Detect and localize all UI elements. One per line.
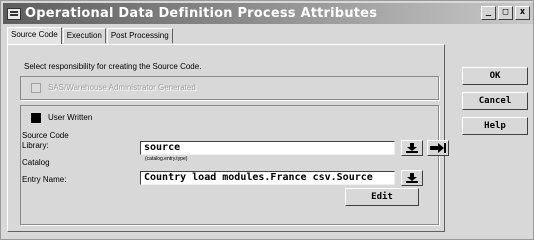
tab-strip: Source Code Execution Post Processing: [7, 27, 174, 44]
app-icon: [7, 7, 21, 20]
tab-source-code[interactable]: Source Code: [7, 27, 62, 44]
library-field[interactable]: source: [140, 141, 395, 155]
minimize-button[interactable]: _: [481, 6, 496, 20]
generated-label: SAS/Warehouse Administrator Generated: [48, 83, 196, 92]
ok-button[interactable]: OK: [462, 67, 528, 85]
import-icon: [406, 173, 418, 183]
window-title: Operational Data Definition Process Attr…: [25, 6, 378, 21]
catalog-format-hint: (catalog.entry.type): [145, 156, 188, 162]
entry-name-label: Entry Name:: [22, 175, 67, 184]
library-browse-button[interactable]: [401, 140, 423, 156]
import-icon: [406, 143, 418, 153]
window-controls: _ □ x: [481, 6, 530, 20]
generated-checkbox[interactable]: [31, 83, 41, 93]
edit-button[interactable]: Edit: [345, 188, 419, 206]
entry-browse-button[interactable]: [401, 170, 423, 186]
tab-post-processing[interactable]: Post Processing: [106, 28, 173, 43]
cancel-button[interactable]: Cancel: [462, 92, 528, 110]
tab-panel-source-code: Select responsibility for creating the S…: [7, 44, 449, 232]
user-written-checkbox[interactable]: [31, 113, 41, 123]
maximize-button[interactable]: □: [498, 6, 513, 20]
title-bar[interactable]: Operational Data Definition Process Attr…: [3, 3, 533, 24]
responsibility-prompt: Select responsibility for creating the S…: [24, 62, 202, 71]
dialog-window: Operational Data Definition Process Attr…: [0, 0, 534, 240]
user-written-label: User Written: [48, 113, 93, 122]
user-written-group: [20, 105, 439, 225]
help-button[interactable]: Help: [462, 117, 528, 135]
source-code-section-label: Source Code: [22, 131, 69, 140]
library-label: Library:: [22, 141, 49, 150]
catalog-label: Catalog: [22, 158, 50, 167]
arrow-right-icon: [430, 143, 446, 153]
close-button[interactable]: x: [515, 6, 530, 20]
entry-name-field[interactable]: Country load modules.France csv.Source: [140, 171, 395, 185]
tab-execution[interactable]: Execution: [62, 28, 106, 43]
library-assign-button[interactable]: [427, 140, 449, 156]
